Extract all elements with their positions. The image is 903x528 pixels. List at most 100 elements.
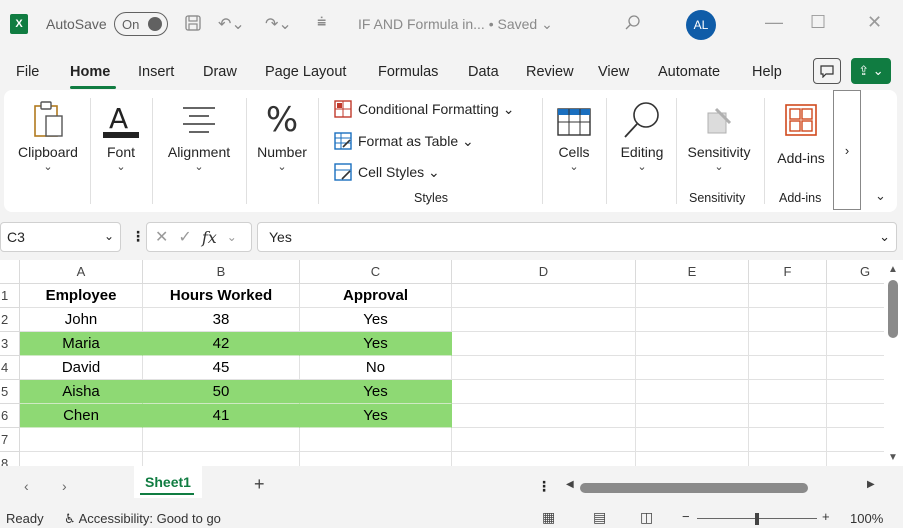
cell-b2[interactable]: 38 [143, 308, 300, 332]
column-header[interactable]: D [452, 260, 636, 284]
tab-file[interactable]: File [16, 64, 39, 80]
row-header[interactable]: 6 [0, 404, 20, 428]
document-title[interactable]: IF AND Formula in... • Saved ⌄ [358, 16, 553, 33]
cell-b1[interactable]: Hours Worked [143, 284, 300, 308]
empty-cell[interactable] [452, 404, 636, 428]
empty-cell[interactable] [749, 308, 827, 332]
column-header[interactable]: B [143, 260, 300, 284]
horizontal-scroll-thumb[interactable] [580, 483, 808, 493]
cell-c1[interactable]: Approval [300, 284, 452, 308]
tab-page-layout[interactable]: Page Layout [265, 64, 346, 80]
cell-c5[interactable]: Yes [300, 380, 452, 404]
cell-a1[interactable]: Employee [20, 284, 143, 308]
row-header[interactable]: 1 [0, 284, 20, 308]
empty-cell[interactable] [827, 380, 884, 404]
empty-cell[interactable] [300, 428, 452, 452]
alignment-button[interactable]: Alignment ⌄ [158, 90, 240, 212]
scroll-right-icon[interactable]: ▶ [867, 479, 875, 490]
empty-cell[interactable] [636, 404, 749, 428]
zoom-in-button[interactable]: + [822, 509, 830, 524]
close-icon[interactable]: ✕ [867, 12, 882, 33]
empty-cell[interactable] [452, 308, 636, 332]
tab-help[interactable]: Help [752, 64, 782, 80]
empty-cell[interactable] [827, 404, 884, 428]
empty-cell[interactable] [636, 308, 749, 332]
zoom-level[interactable]: 100% [850, 511, 883, 526]
cell-b4[interactable]: 45 [143, 356, 300, 380]
maximize-icon[interactable]: ☐ [810, 12, 826, 33]
row-header[interactable]: 3 [0, 332, 20, 356]
row-header[interactable]: 7 [0, 428, 20, 452]
tab-home[interactable]: Home [70, 64, 110, 80]
accessibility-status[interactable]: ♿ Accessibility: Good to go [64, 511, 221, 527]
editing-button[interactable]: Editing ⌄ [612, 90, 672, 212]
undo-icon[interactable]: ↶⌄ [218, 14, 245, 34]
zoom-slider-handle[interactable] [755, 513, 759, 525]
ribbon-collapse-icon[interactable]: ⌄ [875, 188, 886, 204]
sheet-tab[interactable]: Sheet1 [134, 466, 202, 498]
empty-cell[interactable] [20, 428, 143, 452]
vertical-scroll-thumb[interactable] [888, 280, 898, 338]
cell-c3[interactable]: Yes [300, 332, 452, 356]
empty-cell[interactable] [636, 428, 749, 452]
cell-c4[interactable]: No [300, 356, 452, 380]
clipboard-button[interactable]: Clipboard ⌄ [8, 90, 88, 212]
cell-b6[interactable]: 41 [143, 404, 300, 428]
autosave-toggle[interactable]: On [114, 12, 168, 36]
empty-cell[interactable] [827, 308, 884, 332]
tab-view[interactable]: View [598, 64, 629, 80]
save-icon[interactable] [184, 14, 202, 37]
tab-review[interactable]: Review [526, 64, 574, 80]
page-layout-view-icon[interactable]: ▤ [593, 509, 606, 526]
cancel-icon[interactable]: ✕ [155, 227, 168, 247]
formula-input[interactable]: Yes ⌄ [257, 222, 897, 252]
empty-cell[interactable] [636, 332, 749, 356]
conditional-formatting-button[interactable]: Conditional Formatting ⌄ [334, 100, 514, 118]
vertical-scrollbar[interactable]: ▲ ▼ [884, 260, 903, 466]
empty-cell[interactable] [143, 452, 300, 466]
empty-cell[interactable] [452, 380, 636, 404]
tab-insert[interactable]: Insert [138, 64, 174, 80]
cells-button[interactable]: Cells ⌄ [548, 90, 600, 212]
cell-c6[interactable]: Yes [300, 404, 452, 428]
empty-cell[interactable] [827, 428, 884, 452]
tab-draw[interactable]: Draw [203, 64, 237, 80]
empty-cell[interactable] [749, 380, 827, 404]
empty-cell[interactable] [636, 356, 749, 380]
empty-cell[interactable] [827, 332, 884, 356]
insert-function-button[interactable]: fx [202, 228, 217, 247]
row-header[interactable]: 4 [0, 356, 20, 380]
share-button[interactable]: ⇪ ⌄ [851, 58, 891, 84]
column-header[interactable]: F [749, 260, 827, 284]
cell-b5[interactable]: 50 [143, 380, 300, 404]
empty-cell[interactable] [452, 356, 636, 380]
column-header[interactable]: E [636, 260, 749, 284]
ribbon-scroll-right-button[interactable]: › [833, 90, 861, 210]
normal-view-icon[interactable]: ▦ [542, 509, 555, 526]
cell-a2[interactable]: John [20, 308, 143, 332]
cell-styles-button[interactable]: Cell Styles ⌄ [334, 163, 440, 181]
comments-button[interactable] [813, 58, 841, 84]
cell-a6[interactable]: Chen [20, 404, 143, 428]
empty-cell[interactable] [452, 284, 636, 308]
minimize-icon[interactable]: — [765, 12, 783, 33]
format-as-table-button[interactable]: Format as Table ⌄ [334, 132, 474, 150]
search-icon[interactable] [624, 14, 642, 37]
select-all-corner[interactable] [0, 260, 20, 284]
scroll-left-icon[interactable]: ◀ [566, 479, 574, 490]
name-box[interactable]: C3 ⌄ [0, 222, 121, 252]
empty-cell[interactable] [636, 380, 749, 404]
next-sheet-icon[interactable]: › [62, 478, 67, 494]
chevron-down-icon[interactable]: ⌄ [227, 230, 237, 244]
chevron-down-icon[interactable]: ⌄ [104, 229, 114, 243]
cell-b3[interactable]: 42 [143, 332, 300, 356]
tab-formulas[interactable]: Formulas [378, 64, 438, 80]
cell-a4[interactable]: David [20, 356, 143, 380]
empty-cell[interactable] [827, 284, 884, 308]
enter-icon[interactable]: ✓ [178, 227, 191, 247]
more-options-icon[interactable]: ⋮ [131, 228, 145, 245]
font-button[interactable]: A Font ⌄ [96, 90, 146, 212]
more-options-icon[interactable]: ⋮ [537, 478, 551, 495]
column-header[interactable]: A [20, 260, 143, 284]
empty-cell[interactable] [636, 452, 749, 466]
